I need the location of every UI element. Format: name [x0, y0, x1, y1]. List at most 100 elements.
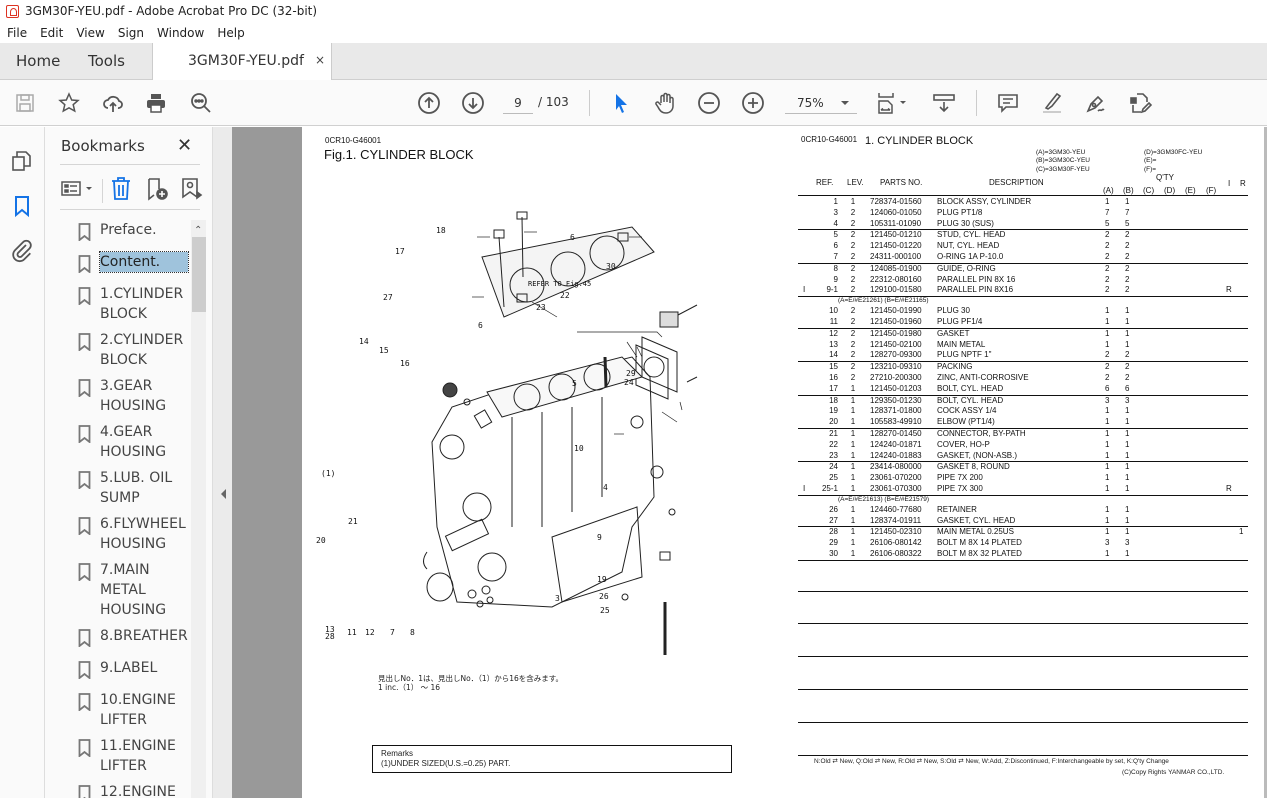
model-c: (C)=3GM30F-YEU: [1036, 166, 1090, 173]
callout-label: 21: [348, 517, 358, 526]
bookmark-icon: [78, 333, 91, 351]
scroll-up-icon[interactable]: ⌃: [194, 225, 202, 236]
model-d: (D)=3GM30FC-YEU: [1144, 149, 1203, 156]
toolbar-divider: [589, 90, 590, 116]
bookmark-label: 12.ENGINE: [100, 784, 176, 798]
callout-label: 7: [390, 628, 395, 637]
table-row: 16 2 27210-200300 ZINC, ANTI-CORROSIVE 2 2: [798, 373, 1248, 384]
print-icon[interactable]: [144, 91, 168, 115]
japanese-note: 見出しNo．1は、見出しNo．（1）から16を含みます。 1 inc.（1） ～…: [378, 674, 563, 692]
menu-help[interactable]: Help: [210, 26, 250, 40]
comment-icon[interactable]: [996, 91, 1020, 115]
lev-cell: 1: [850, 504, 856, 514]
sign-icon[interactable]: [1084, 91, 1108, 115]
ref-cell: 16: [829, 373, 838, 382]
ref-cell: 11: [829, 317, 838, 326]
qty-a-cell: 2: [1105, 350, 1110, 360]
delete-bookmark-icon[interactable]: [109, 176, 133, 202]
search-zoom-icon[interactable]: [189, 91, 213, 115]
bookmarks-icon[interactable]: [10, 194, 34, 218]
lev-cell: 1: [850, 383, 856, 393]
highlight-pen-icon[interactable]: [1040, 91, 1064, 115]
menu-file[interactable]: File: [0, 26, 33, 40]
panel-splitter[interactable]: [212, 127, 232, 798]
lev-cell: 2: [850, 252, 856, 261]
table-row: 22 1 124240-01871 COVER, HO-P 1 1: [798, 440, 1248, 451]
table-row: 25 1 23061-070200 PIPE 7X 200 1 1: [798, 473, 1248, 484]
ref-cell: 9-1: [826, 285, 838, 295]
callout-label: 23: [536, 303, 546, 312]
bookmark-label: 6.FLYWHEEL HOUSING: [100, 516, 186, 552]
qty-a-cell: 2: [1105, 373, 1110, 382]
part-number-cell: 121450-01203: [870, 383, 922, 393]
part-number-cell: 124060-01050: [870, 207, 922, 217]
next-page-icon[interactable]: [461, 91, 485, 115]
bookmarks-scrollbar[interactable]: ⌃: [191, 220, 206, 798]
collapse-panel-icon[interactable]: [221, 489, 226, 499]
tab-home[interactable]: Home: [16, 52, 60, 70]
table-row: 6 2 121450-01220 NUT, CYL. HEAD 2 2: [798, 241, 1248, 252]
remarks-text: (1)UNDER SIZED(U.S.=0.25) PART.: [381, 759, 511, 768]
callout-label: (1): [321, 469, 336, 478]
qty-b-cell: 1: [1125, 417, 1130, 427]
zoom-out-icon[interactable]: [697, 91, 721, 115]
description-cell: GASKET 8, ROUND: [937, 462, 1010, 472]
description-cell: PLUG 30 (SUS): [937, 218, 994, 228]
ref-cell: 13: [829, 339, 838, 349]
bookmark-label: 7.MAIN METAL HOUSING: [100, 562, 167, 618]
menu-view[interactable]: View: [69, 26, 110, 40]
previous-page-icon[interactable]: [417, 91, 441, 115]
description-cell: NUT, CYL. HEAD: [937, 241, 1000, 251]
part-number-cell: 129100-01580: [870, 285, 922, 295]
menu-edit[interactable]: Edit: [33, 26, 69, 40]
protect-edit-icon[interactable]: [1128, 91, 1152, 115]
ref-cell: 23: [829, 450, 838, 460]
hand-tool-icon[interactable]: [653, 91, 677, 115]
new-bookmark-icon[interactable]: [145, 176, 169, 202]
ref-cell: 6: [833, 241, 838, 251]
description-cell: ZINC, ANTI-CORROSIVE: [937, 373, 1029, 382]
tab-tools[interactable]: Tools: [88, 52, 125, 70]
part-number-cell: 121450-02310: [870, 527, 922, 537]
qty-b-cell: 1: [1125, 306, 1130, 316]
attachments-icon[interactable]: [10, 239, 34, 263]
select-cursor-icon[interactable]: [609, 91, 633, 115]
lev-cell: 1: [850, 439, 856, 449]
zoom-level-select[interactable]: 75%: [785, 93, 857, 114]
scrollbar-thumb[interactable]: [192, 237, 206, 312]
close-panel-icon[interactable]: ✕: [177, 135, 192, 156]
qty-b-cell: 1: [1125, 484, 1130, 493]
part-number-cell: 121450-02100: [870, 339, 922, 349]
part-number-cell: 23061-070200: [870, 473, 922, 483]
callout-label: 4: [603, 483, 608, 492]
scroll-mode-icon[interactable]: [932, 91, 956, 115]
ref-cell: 15: [829, 362, 838, 372]
zoom-in-icon[interactable]: [741, 91, 765, 115]
qty-b-cell: 5: [1125, 218, 1130, 228]
save-icon[interactable]: [13, 91, 37, 115]
menu-window[interactable]: Window: [150, 26, 210, 40]
page-thumbnails-icon[interactable]: [10, 149, 34, 173]
acrobat-icon: [6, 4, 19, 18]
tab-document[interactable]: 3GM30F-YEU.pdf ×: [152, 43, 332, 81]
copyright: (C)Copy Rights YANMAR CO.,LTD.: [1122, 769, 1225, 776]
description-cell: PARALLEL PIN 8X16: [937, 285, 1014, 295]
bookmark-options-icon[interactable]: [60, 176, 96, 202]
qty-b-cell: 2: [1125, 241, 1130, 251]
description-cell: O-RING 1A P-10.0: [937, 252, 1004, 261]
qty-b-cell: 2: [1125, 373, 1130, 382]
part-number-cell: 105583-49910: [870, 417, 922, 427]
bookmark-properties-icon[interactable]: [179, 176, 203, 202]
ref-cell: 25: [829, 473, 838, 483]
row-divider: [798, 195, 1248, 196]
page-number-input[interactable]: 9: [503, 93, 533, 114]
upload-cloud-icon[interactable]: [101, 91, 125, 115]
menu-sign[interactable]: Sign: [111, 26, 150, 40]
star-icon[interactable]: [57, 91, 81, 115]
lev-cell: 1: [850, 450, 856, 460]
close-tab-icon[interactable]: ×: [315, 53, 325, 67]
divider: [60, 209, 200, 210]
description-cell: BOLT M 8X 14 PLATED: [937, 538, 1022, 548]
fit-page-icon[interactable]: [876, 91, 910, 115]
header-f: (F): [1206, 186, 1217, 195]
